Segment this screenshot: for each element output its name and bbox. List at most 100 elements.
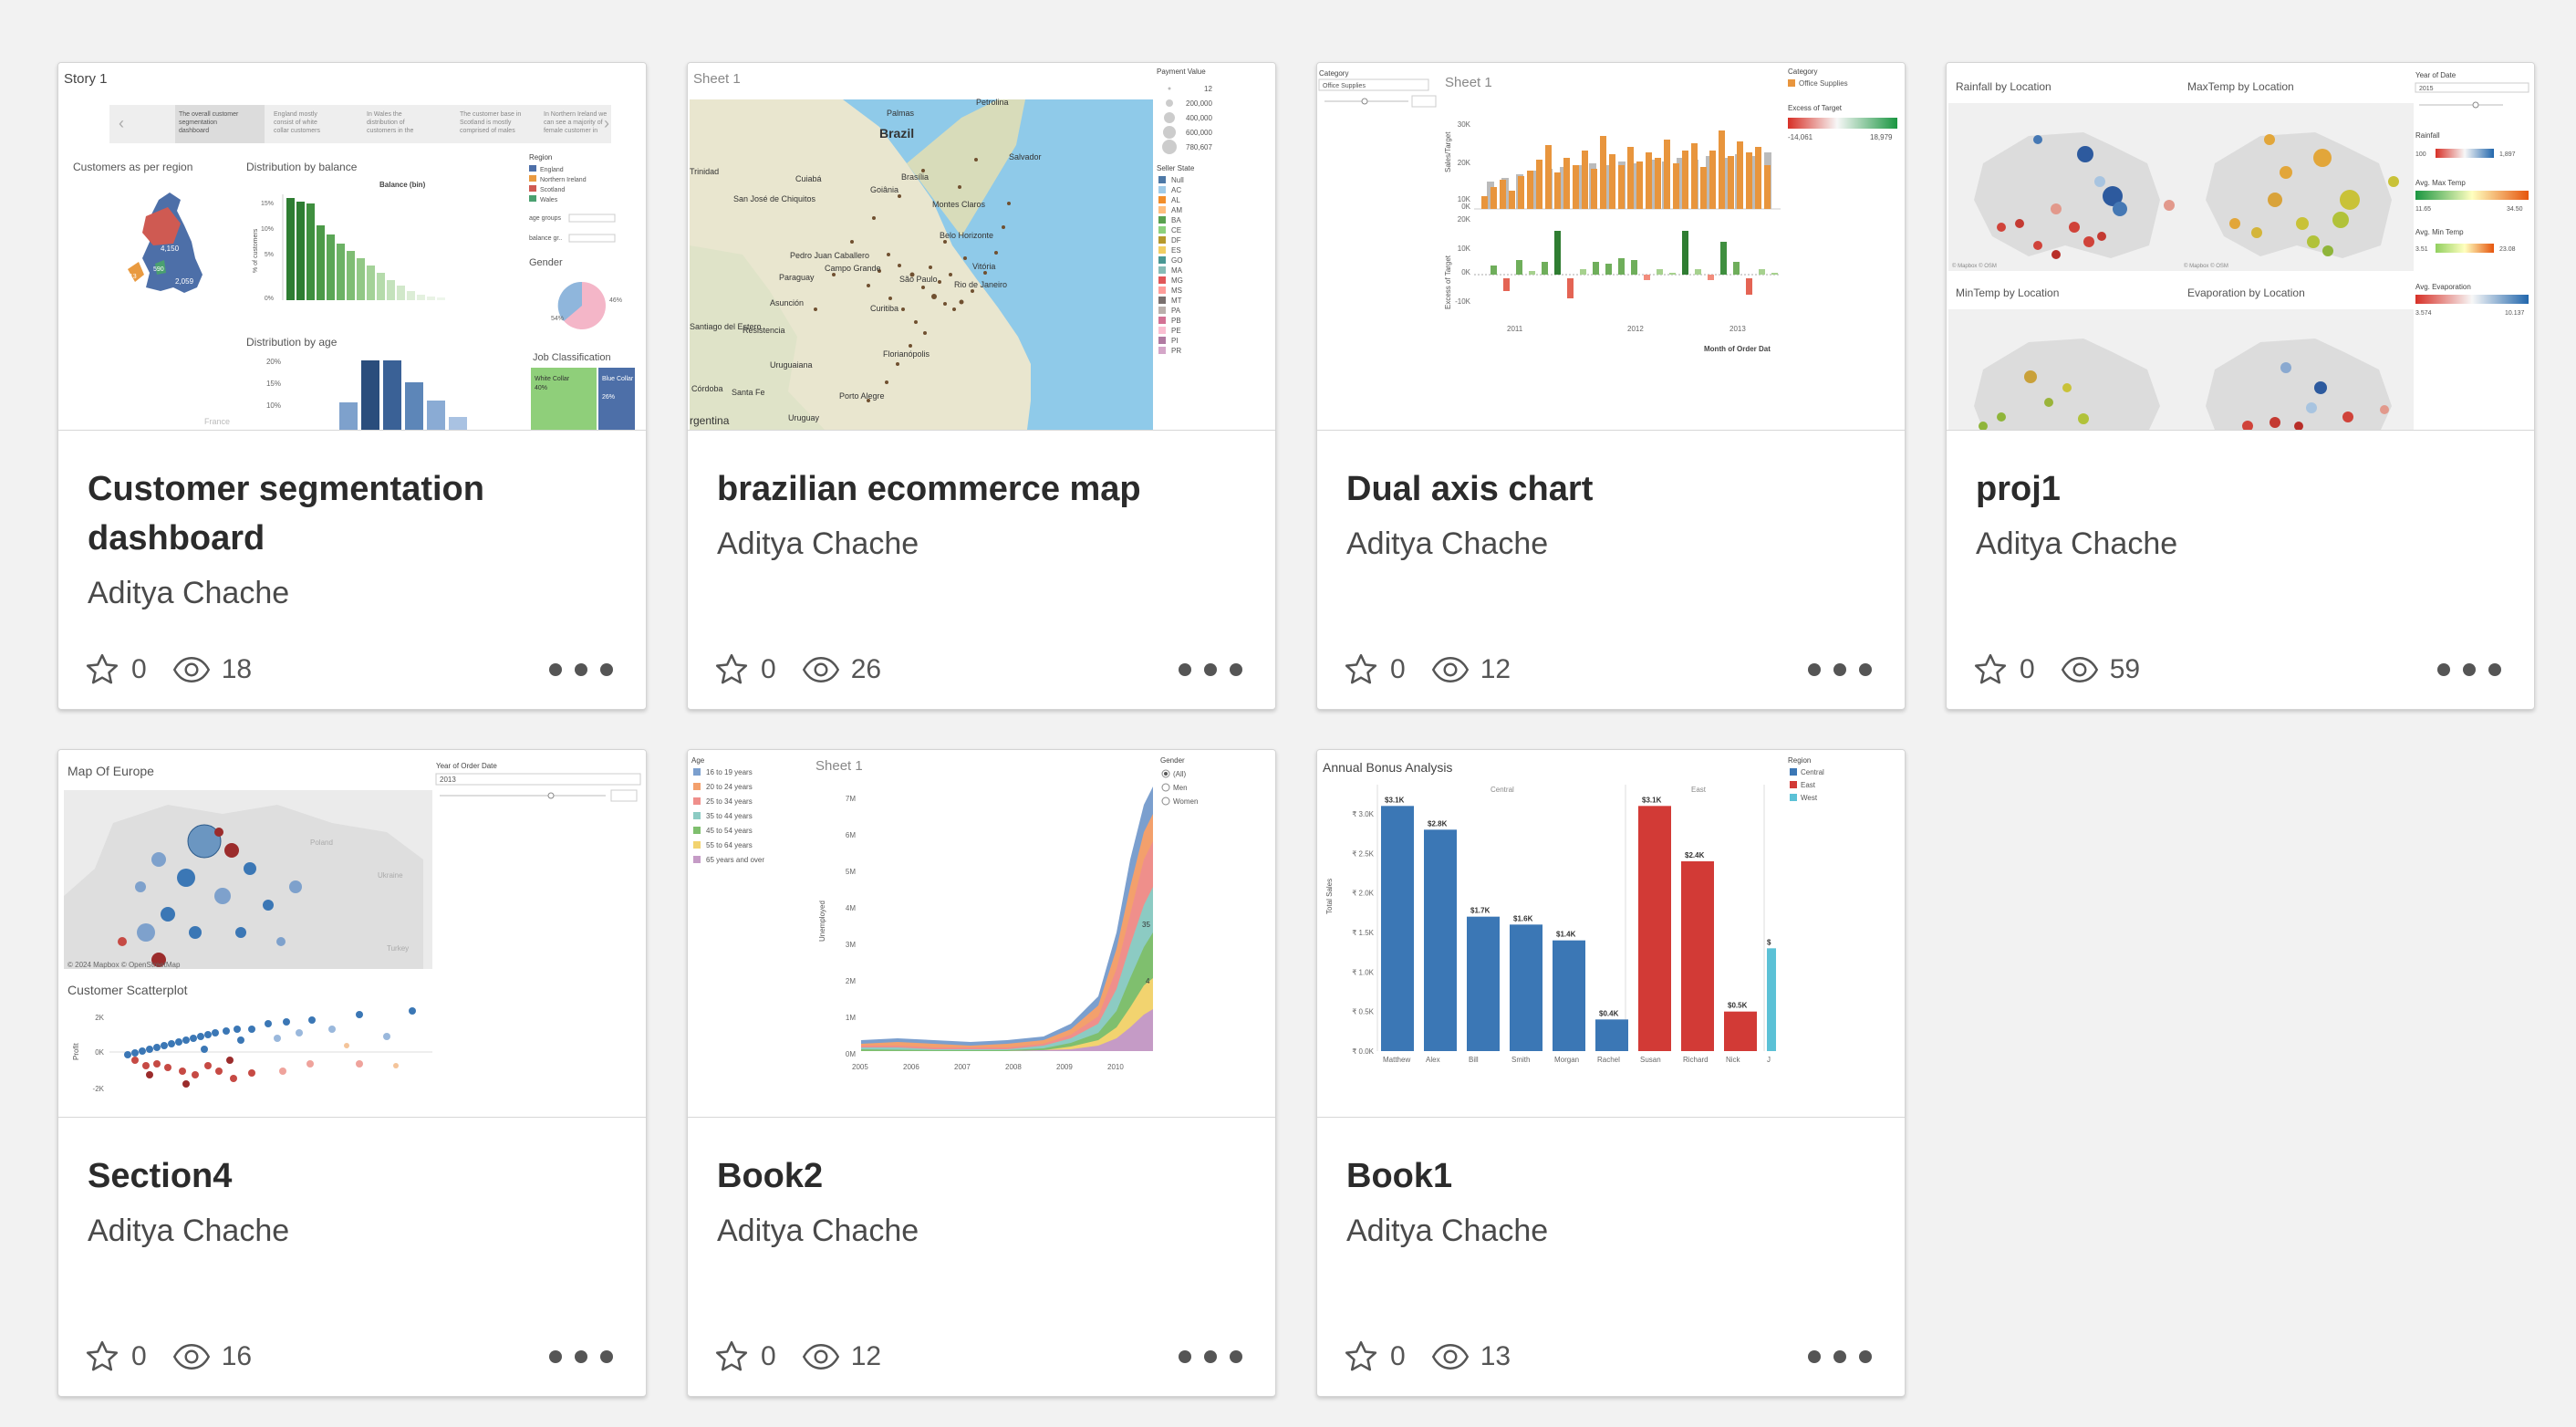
favorite-stat[interactable]: 0 <box>713 651 776 688</box>
svg-text:7M: 7M <box>846 795 856 803</box>
bar[interactable] <box>1467 916 1500 1051</box>
favorite-stat[interactable]: 0 <box>1343 1338 1406 1375</box>
svg-text:Excess of Target: Excess of Target <box>1788 104 1843 112</box>
bar[interactable] <box>1681 861 1714 1051</box>
svg-text:MaxTemp by Location: MaxTemp by Location <box>2187 80 2294 93</box>
workbook-thumbnail[interactable]: © Mapbox © OSM © Mapbox © OSM Rainfall b… <box>1947 63 2534 431</box>
workbook-author[interactable]: Aditya Chache <box>88 1213 289 1249</box>
svg-text:East: East <box>1691 786 1707 794</box>
workbook-thumbnail[interactable]: Sheet 1 Brazil Palmas Petrolina Salvador… <box>688 63 1275 431</box>
bar[interactable] <box>1767 948 1776 1051</box>
svg-text:Santiago del Estero: Santiago del Estero <box>690 322 762 331</box>
workbook-thumbnail[interactable]: Annual Bonus Analysis Region Central Eas… <box>1317 750 1905 1118</box>
svg-text:35: 35 <box>1142 921 1150 929</box>
workbook-stats: 0 12 <box>713 1334 907 1380</box>
svg-text:‹: ‹ <box>119 114 124 132</box>
balance-histogram: 15% 10% 5% 0% % of customers <box>253 194 445 302</box>
favorite-stat[interactable]: 0 <box>1972 651 2035 688</box>
bar[interactable] <box>1381 806 1414 1051</box>
views-stat: 18 <box>172 654 252 685</box>
seller-state-legend: Seller State Null AC AL AM BA CE DF ES G… <box>1157 164 1195 355</box>
workbook-thumbnail[interactable]: Age 16 to 19 years 20 to 24 years 25 to … <box>688 750 1275 1118</box>
svg-text:Central: Central <box>1801 768 1824 776</box>
star-icon[interactable] <box>1972 651 2009 688</box>
bar[interactable] <box>1595 1019 1628 1051</box>
svg-text:AC: AC <box>1171 186 1181 194</box>
svg-text:West: West <box>1801 794 1818 802</box>
workbook-thumbnail[interactable]: Category Office Supplies Sheet 1 Sales/T… <box>1317 63 1905 431</box>
workbook-title[interactable]: Book1 <box>1346 1151 1875 1201</box>
workbook-title[interactable]: Dual axis chart <box>1346 464 1875 514</box>
workbook-author[interactable]: Aditya Chache <box>1346 526 1548 562</box>
star-icon[interactable] <box>713 651 750 688</box>
workbook-card[interactable]: Sheet 1 Brazil Palmas Petrolina Salvador… <box>687 62 1276 710</box>
more-options-button[interactable] <box>1179 656 1242 683</box>
bar[interactable] <box>1724 1011 1757 1051</box>
workbook-card[interactable]: Category Office Supplies Sheet 1 Sales/T… <box>1316 62 1906 710</box>
svg-text:comprised of males: comprised of males <box>460 128 515 134</box>
star-icon[interactable] <box>1343 1338 1379 1375</box>
bar[interactable] <box>1424 829 1457 1051</box>
workbook-title[interactable]: Customer segmentation dashboard <box>88 464 617 563</box>
star-icon[interactable] <box>84 1338 120 1375</box>
favorite-stat[interactable]: 0 <box>713 1338 776 1375</box>
eye-icon <box>2061 657 2098 682</box>
workbook-author[interactable]: Aditya Chache <box>717 1213 919 1249</box>
workbook-card[interactable]: Story 1 ‹ › The overall customer segment… <box>57 62 647 710</box>
y-tick-label: ₹ 2.0K <box>1352 890 1374 898</box>
more-dot-icon <box>1808 663 1821 676</box>
bar[interactable] <box>1553 940 1585 1051</box>
favorite-count: 0 <box>2020 654 2035 684</box>
favorite-count: 0 <box>1390 654 1406 684</box>
svg-text:The customer base in: The customer base in <box>460 111 521 118</box>
workbook-card[interactable]: Annual Bonus Analysis Region Central Eas… <box>1316 749 1906 1397</box>
workbook-stats: 0 59 <box>1972 647 2166 693</box>
more-options-button[interactable] <box>549 1343 613 1370</box>
workbook-card[interactable]: Poland Ukraine Turkey Map Of Europe © 20… <box>57 749 647 1397</box>
bar[interactable] <box>1638 806 1671 1051</box>
svg-text:consist of white: consist of white <box>274 120 317 126</box>
svg-text:PA: PA <box>1171 307 1181 315</box>
story-tab: Story 1 <box>64 71 108 87</box>
svg-text:4,150: 4,150 <box>161 245 180 253</box>
workbook-author[interactable]: Aditya Chache <box>1976 526 2177 562</box>
workbook-title[interactable]: proj1 <box>1976 464 2505 514</box>
bar[interactable] <box>1510 924 1542 1051</box>
workbook-thumbnail[interactable]: Story 1 ‹ › The overall customer segment… <box>58 63 646 431</box>
svg-text:1,897: 1,897 <box>2499 151 2516 158</box>
svg-text:2015: 2015 <box>2419 86 2434 92</box>
workbook-author[interactable]: Aditya Chache <box>88 576 289 611</box>
workbook-card[interactable]: Age 16 to 19 years 20 to 24 years 25 to … <box>687 749 1276 1397</box>
workbook-author[interactable]: Aditya Chache <box>1346 1213 1548 1249</box>
svg-text:Paraguay: Paraguay <box>779 273 815 282</box>
favorite-stat[interactable]: 0 <box>84 651 147 688</box>
more-options-button[interactable] <box>2437 656 2501 683</box>
svg-text:Category: Category <box>1319 69 1348 78</box>
more-dot-icon <box>1859 663 1872 676</box>
europe-map: Poland Ukraine Turkey Map Of Europe © 20… <box>64 764 432 969</box>
svg-text:Sheet 1: Sheet 1 <box>815 758 863 774</box>
favorite-stat[interactable]: 0 <box>84 1338 147 1375</box>
workbook-author[interactable]: Aditya Chache <box>717 526 919 562</box>
workbook-title[interactable]: Section4 <box>88 1151 617 1201</box>
more-options-button[interactable] <box>549 656 613 683</box>
workbook-title[interactable]: Book2 <box>717 1151 1246 1201</box>
svg-text:2012: 2012 <box>1627 325 1644 333</box>
svg-text:PB: PB <box>1171 317 1181 325</box>
svg-text:Avg. Max Temp: Avg. Max Temp <box>2415 179 2466 187</box>
workbook-card[interactable]: © Mapbox © OSM © Mapbox © OSM Rainfall b… <box>1946 62 2535 710</box>
favorite-stat[interactable]: 0 <box>1343 651 1406 688</box>
workbook-thumbnail[interactable]: Poland Ukraine Turkey Map Of Europe © 20… <box>58 750 646 1118</box>
star-icon[interactable] <box>713 1338 750 1375</box>
star-icon[interactable] <box>1343 651 1379 688</box>
more-options-button[interactable] <box>1179 1343 1242 1370</box>
star-icon[interactable] <box>84 651 120 688</box>
svg-text:2013: 2013 <box>440 776 456 784</box>
more-options-button[interactable] <box>1808 1343 1872 1370</box>
eye-icon <box>802 1344 839 1370</box>
view-count: 12 <box>1480 654 1511 684</box>
more-options-button[interactable] <box>1808 656 1872 683</box>
svg-text:780,607: 780,607 <box>1186 143 1212 151</box>
bar-data-label: $1.4K <box>1556 931 1576 939</box>
workbook-title[interactable]: brazilian ecommerce map <box>717 464 1246 514</box>
